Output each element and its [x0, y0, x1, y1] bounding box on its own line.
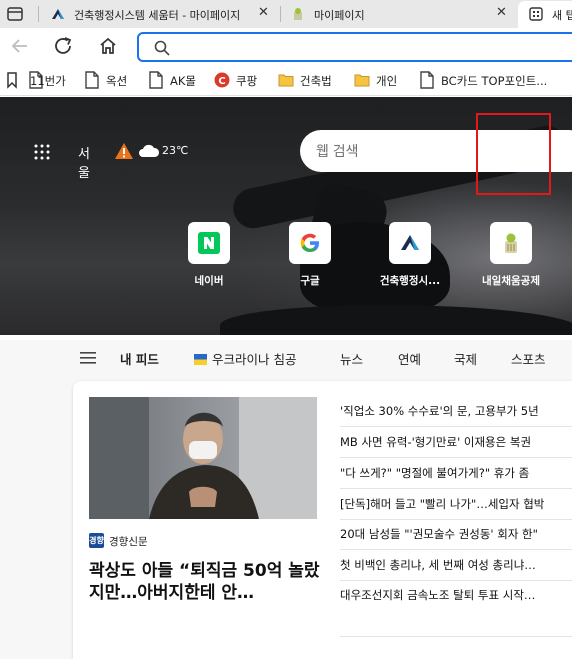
quick-link-label: 구글	[300, 275, 320, 287]
quick-link-google[interactable]: 구글	[265, 222, 355, 292]
tab-title: 건축행정시스템 세움터 - 마이페이지	[74, 9, 241, 22]
highlight-box	[476, 113, 551, 195]
tab-my-feed[interactable]: 내 피드	[120, 349, 159, 368]
headline-link[interactable]: '직업소 30% 수수료'의 문, 고용부가 5년	[340, 403, 572, 423]
coupang-icon: C	[214, 71, 230, 89]
naeil-tab-icon	[294, 8, 302, 20]
headline-link[interactable]: "다 쓰게?" "명절에 불여가게?" 휴가 좀	[340, 465, 572, 485]
tab-sports[interactable]: 스포츠	[511, 349, 546, 368]
bookmark-label: AK몰	[170, 74, 196, 88]
naver-icon	[198, 232, 220, 254]
quick-link-naeil[interactable]: 내일채움공제	[466, 222, 556, 292]
bookmark-label: 옥션	[106, 74, 128, 88]
quick-link-label: 내일채움공제	[482, 275, 540, 287]
kyunghyang-icon: 경향	[89, 533, 104, 548]
browser-window: 건축행정시스템 세움터 - 마이페이지 ✕ 마이페이지 ✕ 새 탭 11번가 옥…	[0, 0, 572, 659]
weather-temperature: 23℃	[162, 144, 189, 157]
google-icon	[300, 233, 319, 252]
tab-news[interactable]: 뉴스	[340, 349, 363, 368]
back-icon[interactable]	[8, 35, 32, 57]
tab-label: 우크라이나 침공	[212, 352, 297, 367]
seumteo-tab-icon	[52, 9, 64, 19]
tab-ukraine[interactable]: 우크라이나 침공	[194, 349, 296, 368]
news-photo[interactable]	[89, 397, 317, 519]
tab-actions-icon[interactable]	[6, 5, 24, 23]
address-input[interactable]	[179, 37, 559, 57]
search-icon	[154, 40, 170, 56]
bookmark-label: 건축법	[300, 74, 332, 88]
apps-grid-icon[interactable]	[34, 144, 50, 160]
weather-city: 서울	[78, 147, 90, 181]
newtab-tab-icon	[529, 7, 543, 21]
folder-icon	[354, 71, 370, 89]
google-tile[interactable]	[289, 222, 331, 264]
bookmark-label: 쿠팡	[236, 74, 258, 88]
bookmark-label: BC카드 TOP포인트...	[441, 74, 548, 88]
page-icon	[148, 71, 164, 89]
folder-icon	[278, 71, 294, 89]
headline-link[interactable]: 20대 남성들 "'권모술수 권성동' 회자 한"	[340, 526, 572, 546]
naeil-icon	[505, 233, 517, 253]
headline-link[interactable]: MB 사면 유력-'형기만료' 이재용은 복권	[340, 434, 572, 454]
reading-list-icon[interactable]	[6, 72, 18, 89]
naver-tile[interactable]	[188, 222, 230, 264]
home-icon[interactable]	[96, 35, 120, 57]
quick-link-label: 네이버	[194, 275, 224, 287]
page-icon	[419, 71, 435, 89]
headline-link[interactable]: 대우조선지회 금속노조 탈퇴 투표 시작…	[340, 587, 572, 607]
bookmark-label: 11번가	[30, 74, 66, 88]
headline-link[interactable]: 첫 비백인 총리냐, 세 번째 여성 총리냐…	[340, 557, 572, 577]
tab-strip: 건축행정시스템 세움터 - 마이페이지 ✕ 마이페이지 ✕ 새 탭	[0, 0, 572, 28]
tab-title: 마이페이지	[314, 9, 365, 22]
tab-seumteo[interactable]: 건축행정시스템 세움터 - 마이페이지 ✕	[40, 1, 280, 28]
bookmark-label: 개인	[376, 74, 398, 88]
warning-icon	[115, 143, 133, 159]
svg-text:C: C	[218, 76, 225, 87]
naeil-tile[interactable]	[490, 222, 532, 264]
bookmarks-bar: 11번가 옥션 AK몰 C 쿠팡 건축법 개인 BC카드 TOP포인트...	[0, 64, 572, 96]
cloud-icon	[139, 144, 160, 157]
seumteo-icon	[401, 235, 419, 250]
toolbar	[0, 28, 572, 64]
tab-entertainment[interactable]: 연예	[398, 349, 421, 368]
quick-link-label: 건축행정시...	[379, 275, 441, 287]
headline-link[interactable]: [단독]해머 들고 "빨리 나가"…세입자 협박	[340, 496, 572, 516]
main-headline[interactable]: 곽상도 아들 “퇴직금 50억 놀랐지만…아버지한테 안…	[89, 560, 324, 604]
quick-link-seumteo[interactable]: 건축행정시...	[365, 222, 455, 292]
source-name: 경향신문	[109, 536, 148, 548]
quick-link-naver[interactable]: 네이버	[164, 222, 254, 292]
feed-nav: 내 피드 우크라이나 침공 뉴스 연예 국제 스포츠	[0, 340, 572, 376]
address-bar[interactable]	[137, 32, 572, 62]
ukraine-flag-icon	[194, 354, 207, 365]
refresh-icon[interactable]	[52, 35, 76, 57]
page-icon	[84, 71, 100, 89]
close-icon[interactable]: ✕	[258, 5, 269, 20]
close-icon[interactable]: ✕	[496, 5, 507, 20]
tab-newtab[interactable]: 새 탭	[518, 1, 572, 28]
tab-world[interactable]: 국제	[454, 349, 477, 368]
seumteo-tile[interactable]	[389, 222, 431, 264]
menu-icon[interactable]	[80, 352, 96, 364]
tab-mypage[interactable]: 마이페이지 ✕	[280, 1, 516, 28]
news-photo-image	[89, 397, 317, 519]
tab-title: 새 탭	[552, 9, 572, 22]
